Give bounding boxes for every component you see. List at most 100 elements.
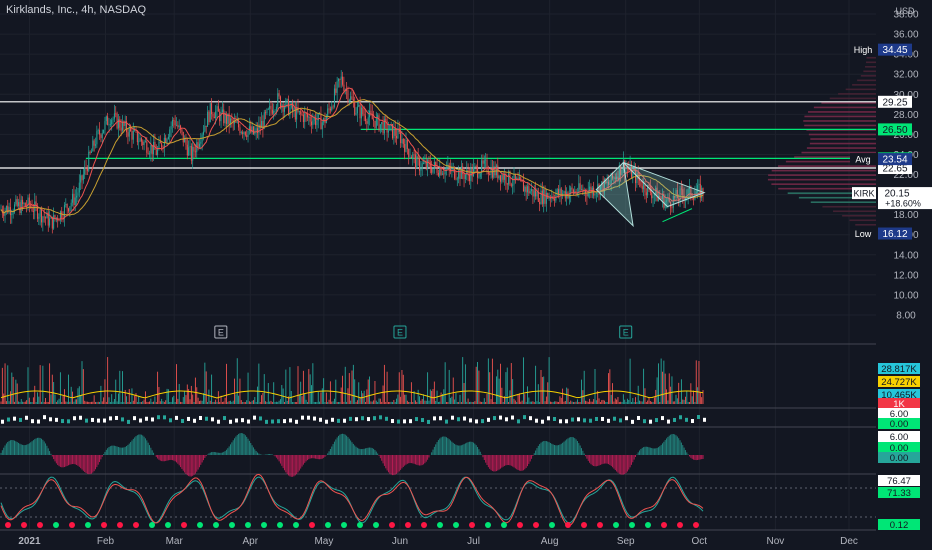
signal-mark [235, 418, 238, 423]
candle-body [652, 195, 654, 199]
level-price-tag: 26.50 [882, 125, 907, 136]
signal-dot [677, 522, 683, 528]
price-tick-label: 18.00 [893, 210, 918, 221]
signal-mark [313, 416, 316, 421]
signal-mark [421, 418, 424, 423]
candle-body [192, 146, 194, 161]
candle-body [105, 116, 107, 122]
signal-mark [127, 419, 130, 424]
signal-mark [667, 419, 670, 424]
candle-body [84, 167, 86, 175]
signal-dot [453, 522, 459, 528]
candle-body [350, 96, 352, 101]
candle-body [355, 113, 357, 115]
candle-body [498, 175, 500, 179]
candle-body [317, 113, 319, 121]
candle-body [78, 182, 80, 193]
candle-body [284, 107, 285, 112]
last-price-change: +18.60% [885, 199, 921, 209]
time-axis[interactable]: 2021 Feb Mar Apr May Jun Jul Aug Sep Oct Nov Dec [0, 531, 876, 550]
signal-mark [445, 419, 448, 424]
candle-body [277, 93, 279, 107]
pane-value-label: 76.47 [887, 476, 911, 487]
signal-mark [31, 419, 34, 424]
candle-body [58, 220, 60, 222]
signal-dot [149, 522, 155, 528]
candle-body [242, 132, 244, 135]
signal-mark [109, 416, 112, 421]
candle-body [455, 178, 457, 180]
signal-mark [637, 415, 640, 420]
signal-mark [379, 415, 382, 420]
candle-body [176, 124, 177, 126]
profile-bar [810, 138, 876, 140]
candle-body [406, 139, 408, 150]
candle-body [49, 218, 51, 226]
candle-body [132, 130, 134, 140]
candle-body [266, 108, 268, 114]
candle-body [107, 116, 109, 126]
signal-mark [397, 419, 400, 424]
signal-dot [405, 522, 411, 528]
candle-body [493, 166, 495, 178]
candle-body [396, 135, 398, 139]
candle-body [128, 127, 130, 137]
signal-mark [13, 416, 16, 421]
candle-body [373, 119, 375, 121]
candle-body [185, 138, 187, 145]
candle-body [136, 130, 138, 143]
signal-mark [55, 417, 58, 422]
signal-dot [565, 522, 571, 528]
price-tick-label: 12.00 [893, 270, 918, 281]
candle-body [246, 135, 248, 138]
candle-body [464, 174, 466, 179]
candle-body [212, 114, 214, 117]
candle-body [375, 117, 377, 128]
signal-mark [25, 415, 28, 420]
candle-body [211, 103, 213, 115]
chart[interactable]: EEE 8.0010.0012.0014.0016.0018.0020.0022… [0, 0, 932, 550]
signal-mark [337, 418, 340, 423]
profile-bar [806, 147, 876, 149]
signal-mark [559, 419, 562, 424]
signal-mark [703, 417, 706, 422]
time-tick-label: Nov [766, 536, 784, 547]
signal-mark [295, 419, 298, 424]
signal-mark [661, 416, 664, 421]
signal-mark [475, 419, 478, 424]
signal-mark [517, 419, 520, 424]
candle-body [72, 193, 74, 203]
signal-mark [595, 416, 598, 421]
candle-body [93, 140, 95, 146]
signal-mark [439, 416, 442, 421]
candle-body [693, 198, 695, 200]
signal-mark [121, 417, 124, 422]
candle-body [39, 209, 41, 217]
candle-body [331, 106, 333, 111]
signal-dot [357, 522, 363, 528]
candle-body [69, 206, 71, 212]
candle-body [329, 108, 331, 111]
candle-body [500, 175, 501, 182]
signal-mark [463, 416, 466, 421]
candle-body [446, 168, 447, 170]
signal-mark [325, 419, 328, 424]
signal-mark [151, 417, 154, 422]
signal-mark [157, 415, 160, 420]
earnings-marker-label: E [623, 328, 629, 338]
candle-body [73, 193, 75, 205]
signal-dot [645, 522, 651, 528]
time-tick-label: Dec [840, 536, 858, 547]
signal-mark [499, 415, 502, 420]
candle-body [120, 127, 122, 131]
symbol-title[interactable]: Kirklands, Inc., 4h, NASDAQ [6, 4, 146, 16]
candle-body [11, 213, 13, 216]
signal-dot [597, 522, 603, 528]
candle-body [68, 208, 69, 212]
candle-body [563, 191, 565, 194]
candle-body [197, 142, 199, 147]
signal-dot [245, 522, 251, 528]
stat-name-label: High [854, 45, 873, 55]
candle-body [150, 145, 152, 154]
candle-body [328, 108, 330, 110]
